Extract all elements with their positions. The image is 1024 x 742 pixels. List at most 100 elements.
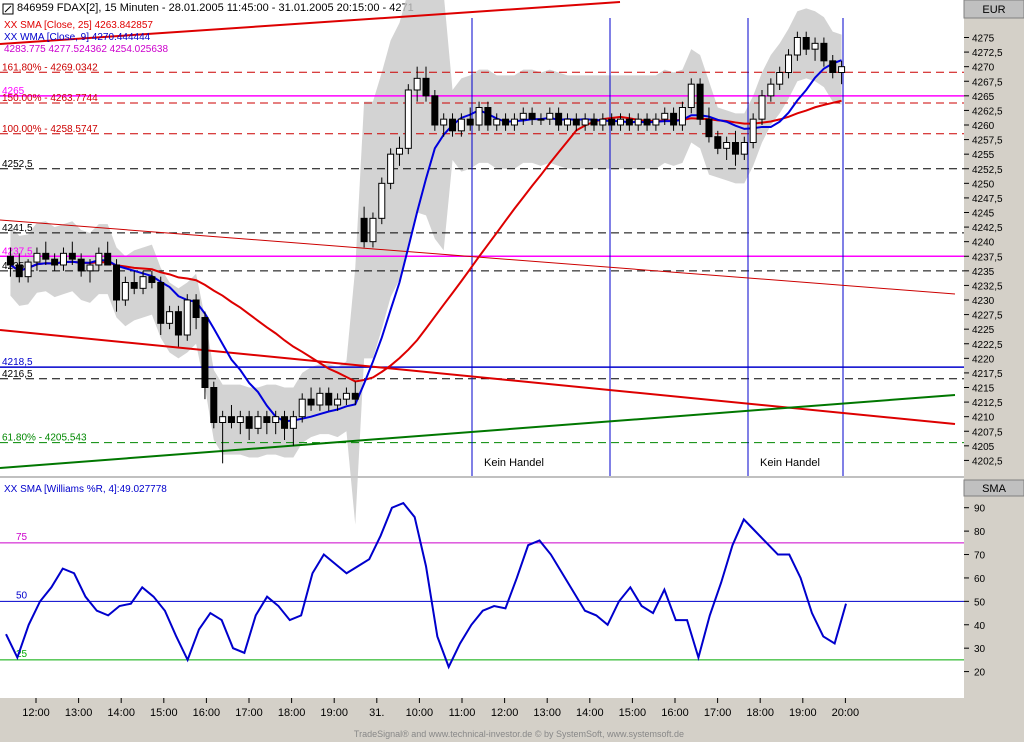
time-tick-label-15: 16:00 (661, 707, 689, 719)
price-tick-label-27: 4207,5 (972, 427, 1003, 438)
time-tick-label-17: 18:00 (746, 707, 774, 719)
candle-body-13 (121, 282, 129, 301)
price-tick-label-15: 4237,5 (972, 252, 1003, 263)
candle-body-62 (555, 112, 563, 126)
candle-body-26 (236, 416, 244, 423)
price-tick-label-28: 4205 (972, 442, 995, 453)
candle-body-69 (617, 118, 625, 126)
candle-body-19 (174, 311, 182, 336)
candle-body-63 (563, 118, 571, 126)
candle-body-24 (219, 416, 227, 423)
price-tick-label-12: 4245 (972, 209, 995, 220)
time-tick-label-19: 20:00 (832, 707, 860, 719)
price-tick-label-25: 4212,5 (972, 398, 1003, 409)
osc-tick-label-5: 40 (974, 621, 986, 632)
level-label-8: 4218,5 (2, 357, 33, 368)
osc-tick-label-4: 50 (974, 597, 986, 608)
price-tick-label-10: 4250 (972, 179, 995, 190)
candle-body-67 (599, 118, 607, 126)
chart-canvas[interactable]: EUR SMA 161,80% - 4269.0342 4265 150.00% -… (0, 0, 1024, 742)
time-tick-label-0: 12:00 (22, 707, 50, 719)
session-label-1: Kein Handel (760, 457, 820, 469)
candle-body-53 (475, 107, 483, 126)
price-tick-label-29: 4202,5 (972, 456, 1003, 467)
osc-tick-label-1: 80 (974, 527, 986, 538)
level-label-9: 4216,5 (2, 369, 33, 380)
footer-text: TradeSignal® and www.technical-investor.… (353, 729, 684, 739)
candle-body-83 (740, 142, 748, 155)
candle-body-58 (519, 112, 527, 120)
candle-body-9 (86, 264, 94, 272)
candle-body-68 (608, 118, 616, 126)
candle-body-48 (431, 95, 439, 126)
time-tick-label-12: 13:00 (533, 707, 561, 719)
price-tick-label-26: 4210 (972, 413, 995, 424)
candle-body-11 (104, 252, 112, 266)
candle-body-17 (157, 282, 165, 324)
candle-body-90 (802, 37, 810, 50)
price-tick-label-8: 4255 (972, 150, 995, 161)
footer: TradeSignal® and www.technical-investor.… (0, 728, 1024, 742)
time-tick-label-10: 11:00 (449, 707, 476, 719)
candle-body-61 (546, 112, 554, 120)
price-tick-label-5: 4262,5 (972, 106, 1003, 117)
time-tick-label-2: 14:00 (107, 707, 135, 719)
price-tick-label-4: 4265 (972, 92, 995, 103)
candle-body-31 (281, 416, 289, 429)
candle-body-44 (395, 147, 403, 155)
candle-body-81 (723, 142, 731, 149)
time-tick-label-9: 10:00 (406, 707, 434, 719)
candle-body-4 (42, 252, 50, 260)
candle-body-32 (289, 416, 297, 429)
price-tick-label-16: 4235 (972, 267, 995, 278)
osc-tick-label-3: 60 (974, 574, 986, 585)
candle-body-43 (387, 153, 395, 184)
price-tick-label-3: 4267,5 (972, 77, 1003, 88)
candle-body-3 (33, 252, 41, 263)
candle-body-78 (696, 83, 704, 120)
price-tick-label-0: 4275 (972, 34, 995, 45)
candle-body-36 (325, 392, 333, 406)
price-tick-label-9: 4252,5 (972, 165, 1003, 176)
price-tick-label-1: 4272,5 (972, 48, 1003, 59)
candle-body-94 (838, 66, 846, 73)
price-tick-label-21: 4222,5 (972, 340, 1003, 351)
candle-body-77 (687, 83, 695, 108)
candle-body-12 (113, 264, 121, 301)
price-tick-label-19: 4227,5 (972, 311, 1003, 322)
candle-body-29 (263, 416, 271, 423)
candle-body-56 (502, 118, 510, 126)
time-tick-label-14: 15:00 (619, 707, 647, 719)
level-label-6: 4237,5 (2, 246, 33, 257)
candle-body-7 (68, 252, 76, 260)
candle-body-66 (590, 118, 598, 126)
osc-level-label-1: 50 (16, 590, 28, 601)
price-tick-label-20: 4225 (972, 325, 995, 336)
candle-body-15 (139, 276, 147, 289)
candle-body-91 (811, 42, 819, 50)
candle-body-72 (643, 118, 651, 126)
candle-body-25 (227, 416, 235, 423)
time-axis-bg (0, 698, 964, 728)
osc-tick-label-6: 30 (974, 644, 986, 655)
price-tick-label-17: 4232,5 (972, 281, 1003, 292)
candle-body-71 (634, 118, 642, 126)
osc-tick-label-0: 90 (974, 504, 986, 515)
candle-body-41 (369, 217, 377, 243)
time-tick-label-7: 19:00 (320, 707, 348, 719)
time-tick-label-3: 15:00 (150, 707, 178, 719)
candle-body-16 (148, 276, 156, 283)
candle-body-88 (785, 54, 793, 73)
time-tick-label-16: 17:00 (704, 707, 732, 719)
level-label-2: 150.00% - 4263.7744 (2, 93, 98, 104)
candle-body-27 (245, 416, 253, 429)
price-tick-label-2: 4270 (972, 63, 995, 74)
candle-body-34 (307, 398, 315, 406)
candle-body-92 (820, 42, 828, 62)
candle-body-30 (272, 416, 280, 423)
candle-body-84 (749, 118, 757, 143)
candle-body-85 (758, 95, 766, 120)
candle-body-74 (661, 112, 669, 120)
price-tick-label-13: 4242,5 (972, 223, 1003, 234)
candle-body-8 (77, 258, 85, 272)
